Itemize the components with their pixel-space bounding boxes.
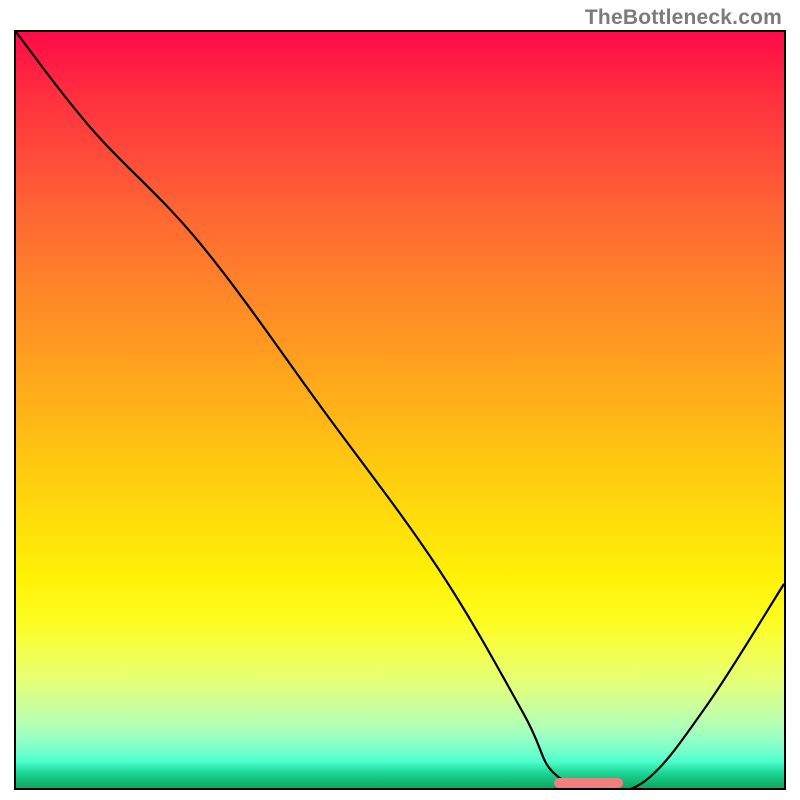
watermark-text: TheBottleneck.com <box>585 6 782 30</box>
minimum-marker <box>554 778 623 788</box>
chart-frame <box>14 30 786 790</box>
curve-path <box>16 32 784 788</box>
bottleneck-curve <box>16 32 784 788</box>
